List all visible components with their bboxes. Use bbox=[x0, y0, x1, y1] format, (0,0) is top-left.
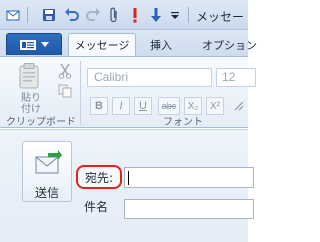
font-name-select[interactable]: Calibri bbox=[87, 68, 212, 87]
bold-button[interactable]: B bbox=[90, 97, 108, 115]
send-envelope-icon bbox=[35, 150, 62, 174]
undo-icon[interactable] bbox=[62, 6, 80, 24]
send-label: 送信 bbox=[34, 186, 59, 200]
file-menu-button[interactable] bbox=[6, 33, 62, 55]
send-button[interactable]: 送信 bbox=[22, 141, 72, 202]
tab-message[interactable]: メッセージ bbox=[68, 33, 136, 56]
redo-icon[interactable] bbox=[84, 6, 102, 24]
underline-button[interactable]: U bbox=[134, 97, 152, 115]
paste-button[interactable]: 貼り 付け bbox=[10, 63, 52, 115]
subject-input[interactable] bbox=[124, 199, 254, 219]
superscript-button[interactable]: X² bbox=[206, 97, 224, 115]
tab-options[interactable]: オプション bbox=[190, 33, 260, 56]
save-icon[interactable] bbox=[40, 6, 58, 24]
compose-header: 送信 宛先: 件名 bbox=[0, 129, 254, 242]
ribbon: 貼り 付け クリップボード Calibri 12 B I U abc X₂ X²… bbox=[0, 56, 256, 128]
subject-label: 件名 bbox=[84, 200, 109, 214]
clipboard-group-label: クリップボード bbox=[6, 117, 76, 128]
qat-separator bbox=[27, 7, 28, 23]
window-title: メッセー bbox=[196, 10, 245, 24]
ribbon-tabs: メッセージ 挿入 オプション bbox=[0, 30, 257, 56]
qat-customize-icon[interactable] bbox=[168, 6, 182, 24]
text-caret bbox=[128, 171, 129, 185]
file-menu-icon bbox=[20, 39, 36, 50]
to-input[interactable] bbox=[124, 167, 254, 188]
group-separator bbox=[80, 61, 81, 125]
font-size-select[interactable]: 12 bbox=[216, 68, 256, 87]
tab-insert[interactable]: 挿入 bbox=[140, 33, 182, 56]
copy-icon[interactable] bbox=[58, 84, 74, 100]
font-more-icon[interactable] bbox=[230, 97, 248, 115]
paste-label-line1: 貼り bbox=[21, 93, 41, 104]
title-separator bbox=[188, 7, 189, 23]
title-bar: メッセー bbox=[0, 0, 248, 30]
chevron-down-icon bbox=[41, 41, 49, 47]
font-group-label: フォント bbox=[163, 117, 203, 128]
attach-icon[interactable] bbox=[106, 6, 122, 24]
clipboard-icon bbox=[19, 63, 39, 89]
high-importance-icon[interactable] bbox=[128, 6, 142, 24]
cut-icon[interactable] bbox=[58, 63, 74, 79]
low-importance-icon[interactable] bbox=[148, 6, 164, 24]
italic-button[interactable]: I bbox=[112, 97, 130, 115]
app-icon[interactable] bbox=[4, 6, 22, 24]
to-button[interactable]: 宛先: bbox=[76, 165, 122, 189]
